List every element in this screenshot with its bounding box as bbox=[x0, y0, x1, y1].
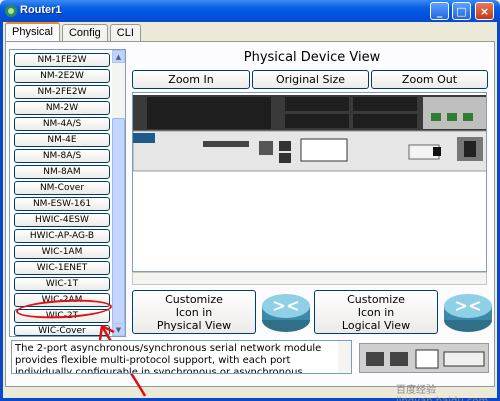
customize-physical-icon-button[interactable]: Customize Icon in Physical View bbox=[132, 290, 256, 334]
device-view[interactable] bbox=[132, 92, 487, 272]
scroll-thumb[interactable] bbox=[112, 118, 125, 324]
scroll-up-icon[interactable]: ▲ bbox=[112, 50, 125, 63]
module-item[interactable]: WIC-1AM bbox=[14, 245, 110, 259]
button-label-line: Icon in bbox=[357, 305, 395, 319]
module-item[interactable]: NM-2W bbox=[14, 101, 110, 115]
module-list: NM-1FE2W NM-2E2W NM-2FE2W NM-2W NM-4A/S … bbox=[9, 49, 126, 337]
title-bar: Router1 _ □ × bbox=[0, 0, 500, 22]
button-label-line: Icon in bbox=[175, 305, 213, 319]
device-view-hscrollbar[interactable] bbox=[132, 272, 487, 285]
module-description: The 2-port asynchronous/synchronous seri… bbox=[11, 340, 352, 374]
module-item[interactable]: HWIC-4ESW bbox=[14, 213, 110, 227]
module-preview-graphic bbox=[360, 344, 488, 372]
tab-config[interactable]: Config bbox=[61, 24, 108, 42]
description-text: The 2-port asynchronous/synchronous seri… bbox=[15, 343, 322, 374]
router-logical-icon bbox=[444, 294, 492, 332]
zoom-in-button[interactable]: Zoom In bbox=[132, 70, 250, 89]
tab-physical[interactable]: Physical bbox=[5, 22, 60, 42]
description-scrollbar[interactable] bbox=[338, 341, 351, 373]
customize-logical-icon-button[interactable]: Customize Icon in Logical View bbox=[314, 290, 438, 334]
maximize-button[interactable]: □ bbox=[452, 2, 471, 20]
button-label-line: Customize bbox=[347, 292, 405, 306]
module-list-scrollbar[interactable]: ▲ ▼ bbox=[112, 50, 125, 336]
window-title: Router1 bbox=[20, 4, 62, 16]
button-label-line: Logical View bbox=[341, 318, 411, 332]
app-icon bbox=[5, 5, 17, 17]
module-item[interactable]: NM-2FE2W bbox=[14, 85, 110, 99]
module-item[interactable]: NM-8A/S bbox=[14, 149, 110, 163]
module-item[interactable]: HWIC-AP-AG-B bbox=[14, 229, 110, 243]
button-label-line: Physical View bbox=[156, 318, 232, 332]
module-item[interactable]: WIC-1T bbox=[14, 277, 110, 291]
zoom-out-button[interactable]: Zoom Out bbox=[371, 70, 488, 89]
module-item[interactable]: NM-Cover bbox=[14, 181, 110, 195]
watermark: 百度经验 jingyan.baidu.com bbox=[396, 385, 488, 401]
tab-cli[interactable]: CLI bbox=[109, 24, 141, 42]
router-physical-icon bbox=[262, 294, 310, 332]
module-item[interactable]: NM-ESW-161 bbox=[14, 197, 110, 211]
module-item[interactable]: NM-8AM bbox=[14, 165, 110, 179]
minimize-button[interactable]: _ bbox=[430, 2, 449, 20]
module-item[interactable]: NM-4A/S bbox=[14, 117, 110, 131]
original-size-button[interactable]: Original Size bbox=[252, 70, 369, 89]
physical-view-title: Physical Device View bbox=[243, 50, 381, 65]
module-item[interactable]: NM-1FE2W bbox=[14, 53, 110, 67]
module-preview-image bbox=[359, 343, 489, 373]
module-item[interactable]: NM-2E2W bbox=[14, 69, 110, 83]
router-chassis-image bbox=[133, 95, 486, 172]
tab-bar: Physical Config CLI bbox=[5, 22, 143, 42]
module-item[interactable]: NM-4E bbox=[14, 133, 110, 147]
close-button[interactable]: × bbox=[475, 2, 494, 20]
module-item[interactable]: WIC-1ENET bbox=[14, 261, 110, 275]
button-label-line: Customize bbox=[165, 292, 223, 306]
